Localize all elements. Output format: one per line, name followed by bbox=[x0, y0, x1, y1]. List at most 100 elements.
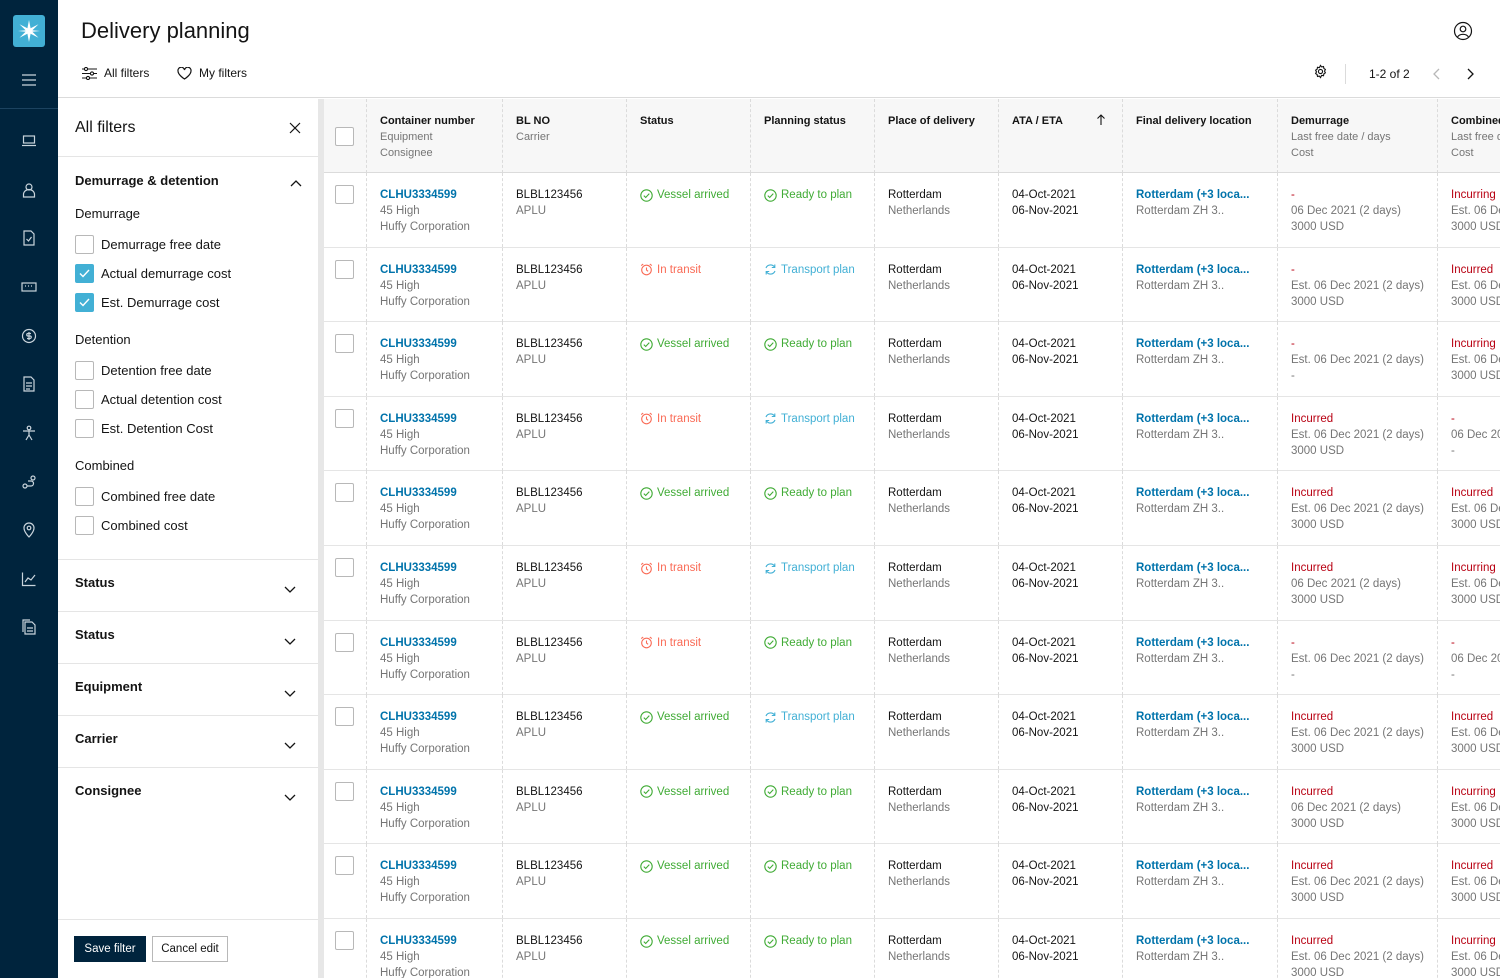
planning-status-badge[interactable]: Ready to plan bbox=[764, 858, 874, 874]
option-combined-cost[interactable]: Combined cost bbox=[75, 516, 188, 535]
table-row[interactable]: CLHU3334599 45 High Huffy Corporation BLBL1… bbox=[324, 173, 1500, 248]
user-icon[interactable] bbox=[19, 180, 39, 200]
row-checkbox[interactable] bbox=[335, 931, 354, 950]
planning-status-badge[interactable]: Transport plan bbox=[764, 411, 874, 427]
table-row[interactable]: CLHU3334599 45 High Huffy Corporation BLBL1… bbox=[324, 546, 1500, 621]
dollar-icon[interactable] bbox=[19, 326, 39, 346]
table-row[interactable]: CLHU3334599 45 High Huffy Corporation BLBL1… bbox=[324, 471, 1500, 546]
column-header[interactable]: Demurrage Last free date / days Cost bbox=[1277, 99, 1437, 173]
section-status[interactable]: Status bbox=[75, 575, 115, 590]
section-carrier[interactable]: Carrier bbox=[75, 731, 118, 746]
pin-icon[interactable] bbox=[19, 520, 39, 540]
invoice-icon[interactable] bbox=[19, 374, 39, 394]
container-number-link[interactable]: CLHU3334599 bbox=[380, 858, 502, 874]
option-est-detention-cost[interactable]: Est. Detention Cost bbox=[75, 419, 213, 438]
chevron-down-icon[interactable] bbox=[284, 633, 296, 645]
column-header[interactable]: BL NO Carrier bbox=[502, 99, 626, 173]
option-actual-demurrage-cost[interactable]: Actual demurrage cost bbox=[75, 264, 231, 283]
row-checkbox[interactable] bbox=[335, 707, 354, 727]
final-delivery-link[interactable]: Rotterdam (+3 loca... bbox=[1136, 635, 1277, 651]
container-number-link[interactable]: CLHU3334599 bbox=[380, 709, 502, 725]
maersk-star-logo[interactable] bbox=[13, 15, 45, 47]
row-checkbox[interactable] bbox=[335, 259, 354, 279]
sort-arrow-up-icon[interactable] bbox=[1096, 114, 1106, 131]
section-status-2[interactable]: Status bbox=[75, 627, 115, 642]
final-delivery-link[interactable]: Rotterdam (+3 loca... bbox=[1136, 485, 1277, 501]
cancel-edit-button[interactable]: Cancel edit bbox=[152, 936, 228, 962]
row-checkbox[interactable] bbox=[335, 483, 354, 503]
checkbox[interactable] bbox=[75, 264, 94, 283]
checkbox[interactable] bbox=[75, 390, 94, 409]
column-header[interactable]: Place of delivery bbox=[874, 99, 998, 173]
column-header[interactable]: Status bbox=[626, 99, 750, 173]
planning-status-badge[interactable]: Transport plan bbox=[764, 709, 874, 725]
checkbox[interactable] bbox=[75, 516, 94, 535]
container-number-link[interactable]: CLHU3334599 bbox=[380, 560, 502, 576]
table-row[interactable]: CLHU3334599 45 High Huffy Corporation BLBL1… bbox=[324, 322, 1500, 397]
chevron-down-icon[interactable] bbox=[284, 789, 296, 801]
section-equipment[interactable]: Equipment bbox=[75, 679, 142, 694]
planning-status-badge[interactable]: Ready to plan bbox=[764, 485, 874, 501]
table-row[interactable]: CLHU3334599 45 High Huffy Corporation BLBL1… bbox=[324, 396, 1500, 472]
row-checkbox[interactable] bbox=[335, 632, 354, 652]
close-icon[interactable] bbox=[288, 121, 302, 135]
option-est-demurrage-cost[interactable]: Est. Demurrage cost bbox=[75, 293, 220, 312]
row-checkbox[interactable] bbox=[335, 408, 354, 428]
table-row[interactable]: CLHU3334599 45 High Huffy Corporation BLBL1… bbox=[324, 844, 1500, 919]
final-delivery-link[interactable]: Rotterdam (+3 loca... bbox=[1136, 933, 1277, 949]
final-delivery-link[interactable]: Rotterdam (+3 loca... bbox=[1136, 709, 1277, 725]
checkbox[interactable] bbox=[75, 293, 94, 312]
final-delivery-link[interactable]: Rotterdam (+3 loca... bbox=[1136, 858, 1277, 874]
final-delivery-link[interactable]: Rotterdam (+3 loca... bbox=[1136, 262, 1277, 278]
container-number-link[interactable]: CLHU3334599 bbox=[380, 262, 502, 278]
final-delivery-link[interactable]: Rotterdam (+3 loca... bbox=[1136, 187, 1277, 203]
column-header[interactable]: Combined Last free d Cost bbox=[1437, 99, 1500, 173]
container-number-link[interactable]: CLHU3334599 bbox=[380, 784, 502, 800]
all-filters-button[interactable]: All filters bbox=[82, 66, 149, 80]
container-number-link[interactable]: CLHU3334599 bbox=[380, 635, 502, 651]
table-row[interactable]: CLHU3334599 45 High Huffy Corporation BLBL1… bbox=[324, 695, 1500, 770]
chevron-up-icon[interactable] bbox=[290, 174, 302, 187]
section-demurrage-detention[interactable]: Demurrage & detention bbox=[75, 173, 219, 188]
chart-icon[interactable] bbox=[19, 569, 39, 589]
option-actual-detention-cost[interactable]: Actual detention cost bbox=[75, 390, 222, 409]
column-header[interactable]: Final delivery location bbox=[1122, 99, 1277, 173]
column-header[interactable]: ATA / ETA bbox=[998, 99, 1122, 173]
row-checkbox[interactable] bbox=[335, 334, 354, 354]
next-page-icon[interactable] bbox=[1465, 68, 1475, 80]
option-demurrage-free-date[interactable]: Demurrage free date bbox=[75, 235, 221, 254]
table-row[interactable]: CLHU3334599 45 High Huffy Corporation BLBL1… bbox=[324, 919, 1500, 978]
documents-icon[interactable] bbox=[19, 617, 39, 637]
final-delivery-link[interactable]: Rotterdam (+3 loca... bbox=[1136, 784, 1277, 800]
person-icon[interactable] bbox=[19, 423, 39, 443]
column-header[interactable]: Container number Equipment Consignee bbox=[366, 99, 502, 173]
save-filter-button[interactable]: Save filter bbox=[74, 936, 146, 962]
container-number-link[interactable]: CLHU3334599 bbox=[380, 187, 502, 203]
planning-status-badge[interactable]: Ready to plan bbox=[764, 336, 874, 352]
planning-status-badge[interactable]: Ready to plan bbox=[764, 784, 874, 800]
planning-status-badge[interactable]: Ready to plan bbox=[764, 187, 874, 203]
final-delivery-link[interactable]: Rotterdam (+3 loca... bbox=[1136, 336, 1277, 352]
route-icon[interactable] bbox=[19, 472, 39, 492]
document-check-icon[interactable] bbox=[19, 228, 39, 248]
container-number-link[interactable]: CLHU3334599 bbox=[380, 485, 502, 501]
planning-status-badge[interactable]: Transport plan bbox=[764, 560, 874, 576]
row-checkbox[interactable] bbox=[335, 185, 354, 204]
checkbox[interactable] bbox=[75, 419, 94, 438]
chevron-down-icon[interactable] bbox=[284, 685, 296, 697]
container-number-link[interactable]: CLHU3334599 bbox=[380, 411, 502, 427]
account-icon[interactable] bbox=[1453, 21, 1473, 41]
section-consignee[interactable]: Consignee bbox=[75, 783, 141, 798]
container-number-link[interactable]: CLHU3334599 bbox=[380, 933, 502, 949]
table-row[interactable]: CLHU3334599 45 High Huffy Corporation BLBL1… bbox=[324, 769, 1500, 845]
select-all-checkbox[interactable] bbox=[335, 127, 354, 146]
checkbox[interactable] bbox=[75, 487, 94, 506]
option-detention-free-date[interactable]: Detention free date bbox=[75, 361, 212, 380]
final-delivery-link[interactable]: Rotterdam (+3 loca... bbox=[1136, 411, 1277, 427]
final-delivery-link[interactable]: Rotterdam (+3 loca... bbox=[1136, 560, 1277, 576]
row-checkbox[interactable] bbox=[335, 781, 354, 801]
prev-page-icon[interactable] bbox=[1432, 68, 1442, 80]
row-checkbox[interactable] bbox=[335, 856, 354, 876]
planning-status-badge[interactable]: Ready to plan bbox=[764, 635, 874, 651]
checkbox[interactable] bbox=[75, 361, 94, 380]
